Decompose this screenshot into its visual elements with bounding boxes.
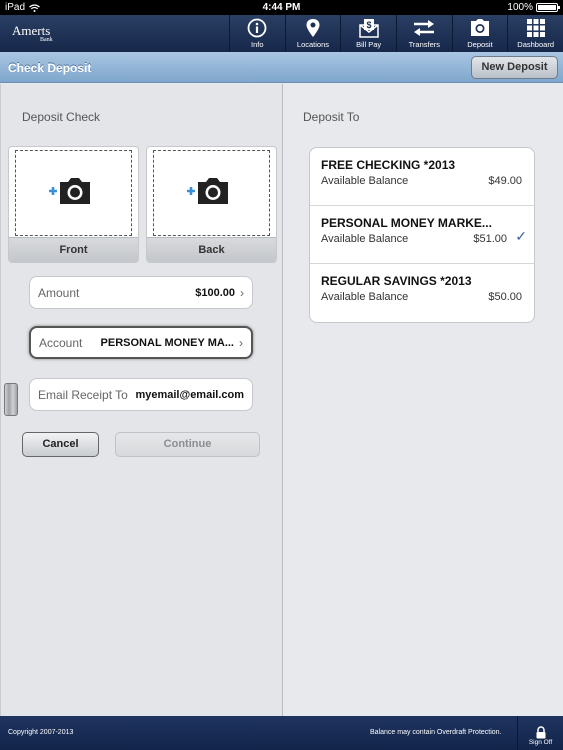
amount-value: $100.00 [195,286,235,299]
sign-off-button[interactable]: Sign Off [517,716,563,750]
bank-logo: Amerts Bank [0,15,229,52]
title-bar: Check Deposit New Deposit [0,52,563,83]
front-label: Front [9,237,138,262]
sign-off-label: Sign Off [528,739,553,746]
back-photo-button[interactable]: Back [146,146,277,263]
pane-drag-handle[interactable] [4,383,18,416]
account-field[interactable]: Account PERSONAL MONEY MA... › [29,326,253,359]
nav-dashboard[interactable]: Dashboard [507,15,563,52]
back-label: Back [147,237,276,262]
nav-dashboard-label: Dashboard [517,40,554,49]
account-list: FREE CHECKING *2013 Available Balance $4… [309,147,535,323]
clock: 4:44 PM [262,2,301,13]
account-row[interactable]: PERSONAL MONEY MARKE... Available Balanc… [310,206,534,264]
battery-percent: 100% [507,2,533,13]
page-title: Check Deposit [8,61,92,75]
nav-transfers[interactable]: Transfers [395,15,452,52]
amount-field[interactable]: Amount $100.00 › [29,276,253,309]
nav-info[interactable]: Info [228,15,285,52]
nav-locations[interactable]: Locations [284,15,341,52]
footer: Copyright 2007-2013 Balance may contain … [0,716,563,750]
amount-label: Amount [38,285,80,300]
continue-button[interactable]: Continue [115,432,260,457]
account-label: Account [39,335,83,350]
deposit-check-heading: Deposit Check [22,110,101,124]
battery-icon [536,3,560,12]
grid-icon [526,19,545,37]
balance-label: Available Balance [321,175,409,187]
balance-label: Available Balance [321,233,409,245]
transfers-icon [414,20,435,36]
email-receipt-value: myemail@email.com [135,388,244,401]
checkmark-icon: ✓ [515,228,527,244]
wifi-icon [29,3,40,12]
chevron-right-icon: › [240,285,244,300]
account-name: PERSONAL MONEY MARKE... [321,216,492,230]
bank-sub: Bank [40,37,53,43]
info-icon [247,18,267,38]
nav-deposit[interactable]: Deposit [451,15,508,52]
email-receipt-label: Email Receipt To [38,387,128,402]
device-name: iPad [5,2,26,13]
add-camera-icon [49,178,90,204]
balance-label: Available Balance [321,291,409,303]
nav-deposit-label: Deposit [467,40,493,49]
add-camera-icon [187,178,228,204]
status-bar: iPad 4:44 PM 100% [0,0,563,15]
account-name: FREE CHECKING *2013 [321,158,456,172]
account-value: PERSONAL MONEY MA... [100,336,234,349]
front-photo-button[interactable]: Front [8,146,139,263]
nav-locations-label: Locations [296,40,330,49]
camera-icon [470,19,489,36]
nav-transfers-label: Transfers [408,40,440,49]
nav-bill-pay[interactable]: $ Bill Pay [340,15,396,52]
location-pin-icon [306,19,320,37]
email-receipt-field[interactable]: Email Receipt To myemail@email.com [29,378,253,411]
nav-info-label: Info [251,40,264,49]
nav-bill-pay-label: Bill Pay [356,40,382,49]
balance-value: $49.00 [488,175,522,187]
overdraft-note: Balance may contain Overdraft Protection… [370,729,502,736]
account-row[interactable]: FREE CHECKING *2013 Available Balance $4… [310,148,534,206]
svg-text:$: $ [366,20,371,30]
cancel-button[interactable]: Cancel [22,432,99,457]
bill-pay-icon: $ [358,19,379,38]
account-row[interactable]: REGULAR SAVINGS *2013 Available Balance … [310,264,534,322]
balance-value: $50.00 [488,291,522,303]
copyright-text: Copyright 2007-2013 [8,729,74,736]
lock-icon [536,726,545,739]
deposit-to-heading: Deposit To [303,110,360,124]
nav-bar: Amerts Bank Info Locations $ Bill Pay Tr… [0,15,563,52]
account-name: REGULAR SAVINGS *2013 [321,274,472,288]
balance-value: $51.00 [473,233,507,245]
new-deposit-button[interactable]: New Deposit [471,56,558,79]
chevron-right-icon: › [239,335,243,350]
